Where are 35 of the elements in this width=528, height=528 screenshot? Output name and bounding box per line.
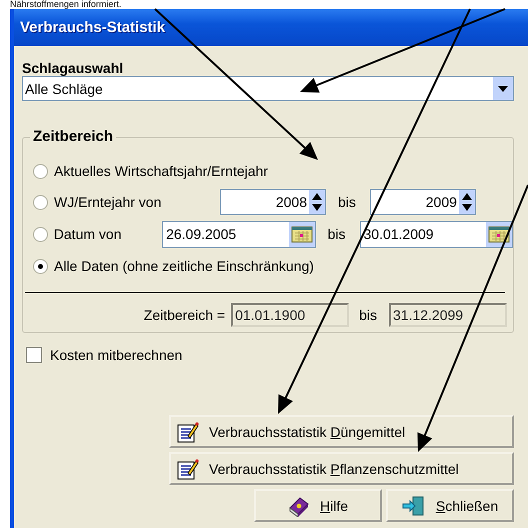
report-button[interactable]: Verbrauchsstatistik Düngemittel [169,415,514,448]
date-field[interactable]: 26.09.2005 [162,220,316,248]
field-dropdown[interactable]: Alle Schläge [22,76,514,101]
spinner-arrows-icon[interactable] [309,190,325,214]
field-label: Schlagauswahl [22,60,124,76]
readonly-field: 01.01.1900 [231,303,350,327]
calendar-icon[interactable] [486,222,512,246]
radio-label: Alle Daten (ohne zeitliche Einschränkung) [54,258,314,274]
spinner-arrows-icon[interactable] [458,190,475,214]
range-label: bis [326,226,346,242]
range-label: Zeitbereich = [144,307,226,323]
book-icon [288,494,310,516]
report-button[interactable]: Verbrauchsstatistik Pflanzenschutzmittel [169,452,514,485]
checkbox[interactable] [26,347,42,363]
year-spinner[interactable]: 2009 [370,189,476,215]
radio-button[interactable] [33,164,48,178]
radio-label: Aktuelles Wirtschaftsjahr/Erntejahr [54,163,268,179]
year-spinner[interactable]: 2008 [220,189,326,215]
window-title: Verbrauchs-Statistik [20,19,166,36]
readonly-field: 31.12.2099 [389,303,507,327]
radio-button[interactable] [33,194,48,210]
radio-label: WJ/Erntejahr von [54,194,162,210]
radio-button[interactable] [33,258,48,274]
door-exit-icon [402,494,426,516]
radio-button[interactable] [33,226,48,242]
range-label: bis [337,194,357,210]
caption-text: Nährstoffmengen informiert. [10,0,122,9]
date-field[interactable]: 30.01.2009 [360,220,513,248]
checkbox-label: Kosten mitberechnen [50,347,182,363]
range-label: bis [358,307,378,323]
radio-label: Datum von [54,226,122,242]
close-button[interactable]: Schließen [386,489,514,522]
notepad-pencil-icon [177,458,199,480]
help-button[interactable]: Hilfe [254,489,382,522]
notepad-pencil-icon [177,420,199,442]
